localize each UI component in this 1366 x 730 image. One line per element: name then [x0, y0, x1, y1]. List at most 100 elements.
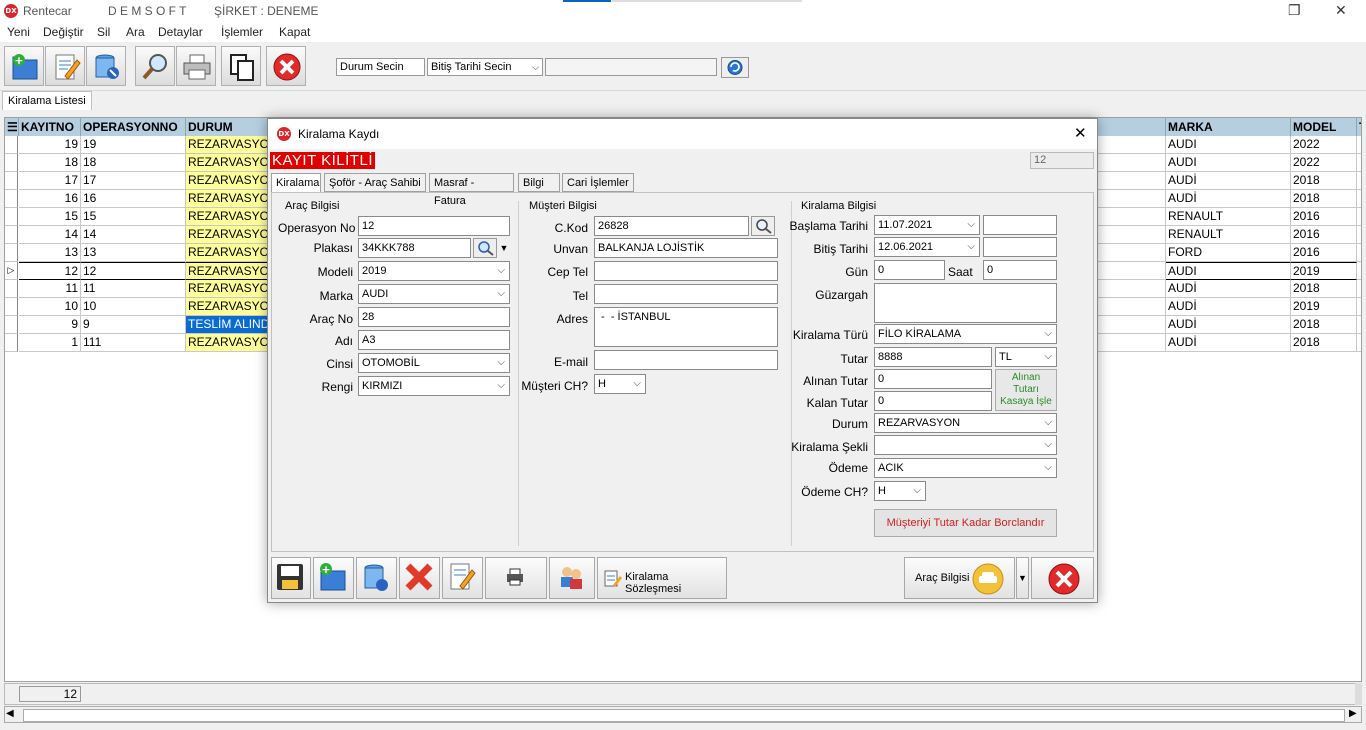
cell-model[interactable]: 2016: [1291, 226, 1357, 244]
scroll-right-icon[interactable]: ▶: [1349, 708, 1357, 719]
bitis-date[interactable]: 12.06.2021 ⌵: [874, 237, 980, 257]
cell-operasyonno[interactable]: 12: [81, 262, 186, 280]
dialog-delete-button[interactable]: [356, 557, 397, 599]
cell-operasyonno[interactable]: 18: [81, 154, 186, 172]
adres-field[interactable]: - - İSTANBUL: [594, 307, 778, 347]
arac-bilgisi-button[interactable]: Araç Bilgisi: [904, 557, 1015, 599]
rengi-select[interactable]: KIRMIZI ⌵: [358, 376, 510, 396]
bitis-time[interactable]: [983, 237, 1057, 257]
col-durum[interactable]: DURUM: [186, 118, 268, 136]
plaka-field[interactable]: 34KKK788: [358, 238, 471, 258]
cell-marka[interactable]: RENAULT: [1166, 208, 1291, 226]
operasyon-no-field[interactable]: 12: [358, 216, 510, 236]
kalan-field[interactable]: 0: [874, 391, 992, 411]
cell-kayitno[interactable]: 10: [19, 298, 81, 316]
tab-cari[interactable]: Cari İşlemler: [562, 173, 634, 192]
odeme-select[interactable]: ACIK ⌵: [874, 458, 1057, 478]
print-button[interactable]: [176, 46, 216, 86]
search-button[interactable]: [135, 46, 175, 86]
menu-sil[interactable]: Sil: [97, 25, 110, 39]
plaka-search-button[interactable]: [473, 238, 497, 258]
cell-kayitno[interactable]: 15: [19, 208, 81, 226]
tab-kiralama-listesi[interactable]: Kiralama Listesi: [2, 91, 92, 110]
borclandir-button[interactable]: Müşteriyi Tutar Kadar Borclandır: [874, 509, 1057, 537]
horizontal-scrollbar[interactable]: ◀ ▶: [4, 706, 1362, 723]
cell-model[interactable]: 2019: [1291, 262, 1357, 280]
cell-marka[interactable]: AUDİ: [1166, 280, 1291, 298]
col-marka[interactable]: MARKA: [1166, 118, 1291, 136]
dialog-print-button[interactable]: [485, 557, 547, 599]
tutar-field[interactable]: 8888: [874, 347, 992, 367]
cell-durum[interactable]: REZARVASYON: [186, 262, 268, 280]
menu-yeni[interactable]: Yeni: [7, 25, 30, 39]
row-selector-current-icon[interactable]: ▷: [5, 262, 18, 280]
cell-operasyonno[interactable]: 14: [81, 226, 186, 244]
cell-operasyonno[interactable]: 11: [81, 280, 186, 298]
cell-marka[interactable]: AUDI: [1166, 262, 1291, 280]
menu-ara[interactable]: Ara: [126, 25, 145, 39]
scroll-left-icon[interactable]: ◀: [6, 708, 14, 719]
save-button[interactable]: [271, 557, 311, 599]
cell-operasyonno[interactable]: 111: [81, 334, 186, 352]
cinsi-select[interactable]: OTOMOBİL ⌵: [358, 353, 510, 373]
cell-marka[interactable]: FORD: [1166, 244, 1291, 262]
cell-operasyonno[interactable]: 15: [81, 208, 186, 226]
col-extra[interactable]: T: [1357, 118, 1361, 136]
cell-kayitno[interactable]: 1: [19, 334, 81, 352]
row-selector[interactable]: [5, 172, 18, 190]
cell-marka[interactable]: AUDI: [1166, 136, 1291, 154]
kasaya-isle-button[interactable]: Alınan Tutarı Kasaya İşle: [995, 369, 1057, 411]
saat-field[interactable]: 0: [983, 260, 1057, 280]
tab-bilgi[interactable]: Bilgi: [518, 173, 560, 192]
copy-button[interactable]: [221, 46, 261, 86]
row-selector[interactable]: [5, 280, 18, 298]
row-selector[interactable]: [5, 154, 18, 172]
row-selector[interactable]: [5, 136, 18, 154]
row-selector[interactable]: [5, 190, 18, 208]
cell-durum[interactable]: TESLİM ALINDI: [186, 316, 268, 334]
cell-model[interactable]: 2016: [1291, 244, 1357, 262]
cell-operasyonno[interactable]: 10: [81, 298, 186, 316]
kiralama-sozlesmesi-button[interactable]: Kiralama Sözleşmesi: [597, 557, 727, 599]
row-selector[interactable]: [5, 334, 18, 352]
durum-select[interactable]: REZARVASYON ⌵: [874, 413, 1057, 433]
row-selector[interactable]: [5, 226, 18, 244]
cell-model[interactable]: 2022: [1291, 136, 1357, 154]
ckod-search-button[interactable]: [751, 216, 775, 236]
cell-marka[interactable]: AUDİ: [1166, 190, 1291, 208]
filter-text-field[interactable]: [545, 58, 717, 76]
grid-menu-icon[interactable]: ☰: [5, 118, 19, 136]
tab-sofor[interactable]: Şoför - Araç Sahibi: [324, 173, 426, 192]
delete-button[interactable]: [86, 46, 126, 86]
ckod-field[interactable]: 26828: [594, 216, 749, 236]
cell-durum[interactable]: REZARVASYON: [186, 244, 268, 262]
window-close-icon[interactable]: ✕: [1335, 2, 1347, 19]
cell-model[interactable]: 2018: [1291, 316, 1357, 334]
restore-icon[interactable]: ❐: [1288, 2, 1301, 19]
row-selector[interactable]: [5, 244, 18, 262]
cell-operasyonno[interactable]: 17: [81, 172, 186, 190]
tel-field[interactable]: [594, 284, 778, 304]
refresh-button[interactable]: [721, 57, 749, 78]
unvan-field[interactable]: BALKANJA LOJİSTİK: [594, 238, 778, 258]
cell-kayitno[interactable]: 14: [19, 226, 81, 244]
cell-durum[interactable]: REZARVASYON: [186, 280, 268, 298]
cell-durum[interactable]: REZARVASYON: [186, 190, 268, 208]
cell-durum[interactable]: REZARVASYON: [186, 334, 268, 352]
odeme-ch-select[interactable]: H ⌵: [874, 481, 926, 501]
scroll-thumb[interactable]: [23, 709, 1345, 722]
bitis-filter-combo[interactable]: Bitiş Tarihi Secin ⌵: [427, 58, 543, 76]
dialog-cancel-button[interactable]: [399, 557, 440, 599]
ceptel-field[interactable]: [594, 261, 778, 281]
edit-button[interactable]: [45, 46, 85, 86]
dialog-close-button[interactable]: [1031, 557, 1094, 599]
gun-field[interactable]: 0: [874, 260, 945, 280]
new-button[interactable]: +: [4, 46, 44, 86]
dialog-close-icon[interactable]: ✕: [1074, 124, 1087, 142]
durum-filter-combo[interactable]: Durum Secin: [336, 58, 425, 76]
cell-durum[interactable]: REZARVASYON: [186, 226, 268, 244]
tab-kiralama[interactable]: Kiralama: [271, 173, 321, 193]
cell-marka[interactable]: AUDI: [1166, 154, 1291, 172]
cell-operasyonno[interactable]: 9: [81, 316, 186, 334]
tab-masraf[interactable]: Masraf - Fatura: [429, 173, 514, 207]
